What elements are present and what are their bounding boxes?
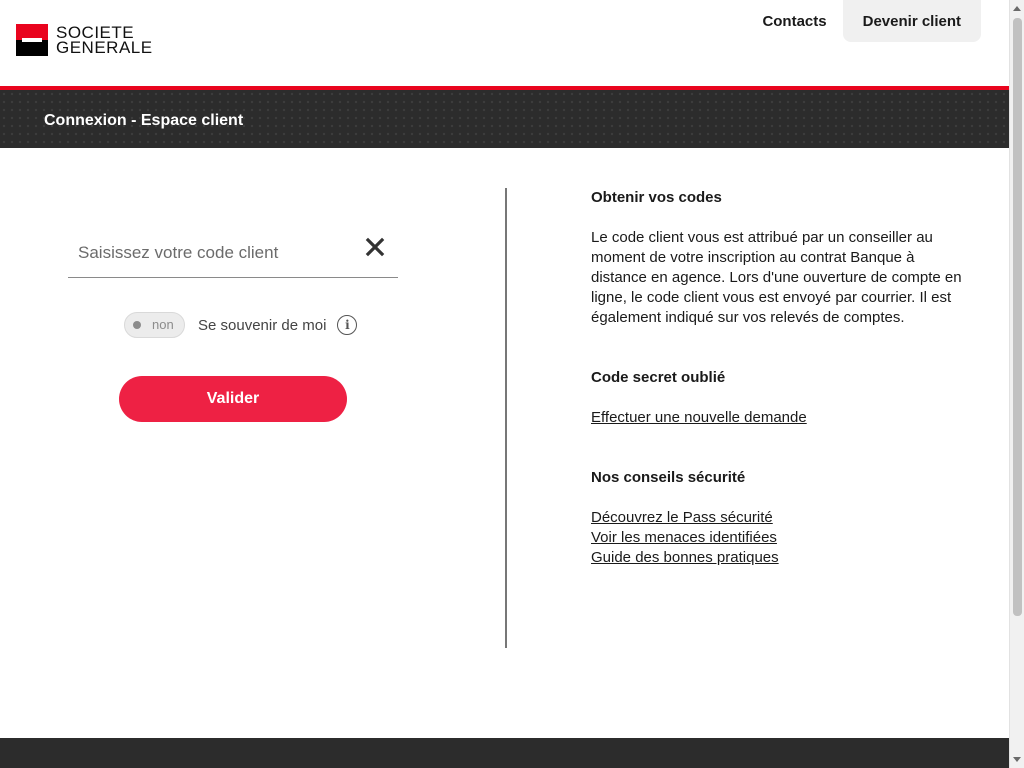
scroll-thumb[interactable] <box>1013 18 1022 616</box>
vertical-scrollbar[interactable] <box>1009 0 1024 768</box>
pass-securite-link[interactable]: Découvrez le Pass sécurité <box>591 508 971 528</box>
codes-text: Le code client vous est attribué par un … <box>591 229 962 326</box>
top-nav: Contacts Devenir client <box>746 0 981 42</box>
toggle-state-label: non <box>152 317 174 332</box>
secret-section: Code secret oublié Effectuer une nouvell… <box>591 368 971 428</box>
contacts-link[interactable]: Contacts <box>746 0 842 42</box>
site-header: SOCIETE GENERALE Contacts Devenir client <box>0 0 1009 86</box>
scroll-up-icon[interactable] <box>1013 6 1021 11</box>
become-client-button[interactable]: Devenir client <box>842 0 981 42</box>
best-practices-link[interactable]: Guide des bonnes pratiques <box>591 548 971 568</box>
page-title: Connexion - Espace client <box>44 112 244 129</box>
logo-mark-icon <box>16 24 48 56</box>
security-section: Nos conseils sécurité Découvrez le Pass … <box>591 468 971 568</box>
threats-link[interactable]: Voir les menaces identifiées <box>591 528 971 548</box>
remember-me-toggle[interactable]: non <box>124 312 185 338</box>
client-code-field <box>68 230 398 278</box>
security-title: Nos conseils sécurité <box>591 469 746 486</box>
close-icon[interactable] <box>364 236 386 258</box>
new-request-link[interactable]: Effectuer une nouvelle demande <box>591 408 971 428</box>
codes-title: Obtenir vos codes <box>591 189 722 206</box>
info-icon[interactable]: i <box>337 315 358 335</box>
codes-section: Obtenir vos codes Le code client vous es… <box>591 188 971 328</box>
secret-title: Code secret oublié <box>591 369 726 386</box>
toggle-knob <box>133 321 141 329</box>
login-panel: non Se souvenir de moi i Valider <box>0 148 505 738</box>
help-panel: Obtenir vos codes Le code client vous es… <box>591 188 971 608</box>
logo-line-2: GENERALE <box>56 38 153 57</box>
societe-generale-logo[interactable]: SOCIETE GENERALE <box>16 24 186 56</box>
vertical-divider <box>505 188 507 648</box>
remember-me-row: non Se souvenir de moi i <box>124 312 358 338</box>
page-banner: Connexion - Espace client <box>0 86 1009 148</box>
remember-me-label: Se souvenir de moi <box>198 316 327 334</box>
validate-button[interactable]: Valider <box>119 376 347 422</box>
site-footer <box>0 738 1009 768</box>
client-code-input[interactable] <box>68 230 368 276</box>
logo-text: SOCIETE GENERALE <box>56 24 153 57</box>
scroll-down-icon[interactable] <box>1013 757 1021 762</box>
